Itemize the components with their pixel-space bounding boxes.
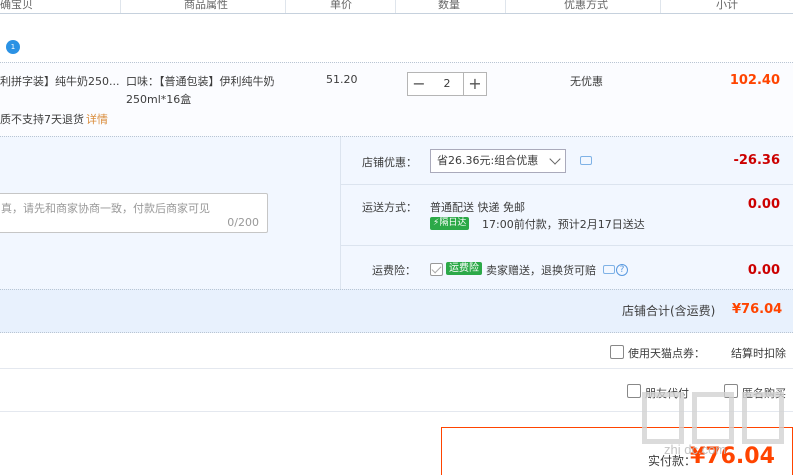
return-policy-note: 质不支持7天退货 详情 <box>0 111 108 127</box>
insurance-amount: 0.00 <box>747 263 780 278</box>
shipping-label: 运送方式： <box>362 201 417 214</box>
memo-placeholder: 真，请先和商家协商一致，付款后商家可见 <box>1 202 210 215</box>
item-unit-price: 51.20 <box>326 73 358 86</box>
col-promo-header: 优惠方式 <box>564 0 608 11</box>
panel-divider <box>340 245 793 246</box>
shipping-eta: 17:00前付款，预计2月17日送达 <box>482 218 645 231</box>
decrease-qty-button[interactable]: − <box>407 72 431 96</box>
return-policy-text: 质不支持7天退货 <box>0 113 84 126</box>
seller-memo-field[interactable]: 真，请先和商家协商一致，付款后商家可见 0/200 <box>0 193 268 233</box>
watermark-glyph <box>692 392 734 444</box>
quantity-stepper: − 2 + <box>407 72 487 96</box>
tmall-points-value: 结算时扣除 <box>731 347 786 360</box>
header-divider <box>285 0 286 13</box>
next-day-badge: ⚡隔日达 <box>430 217 470 230</box>
item-promo: 无优惠 <box>570 75 603 88</box>
item-title[interactable]: 利拼字装】纯牛奶250... <box>0 73 122 89</box>
help-icon[interactable]: ? <box>616 264 628 276</box>
panel-divider <box>340 184 793 185</box>
col-item-header: 确宝贝 <box>0 0 33 11</box>
order-options-panel: 真，请先和商家协商一致，付款后商家可见 0/200 店铺优惠： 省26.36元:… <box>0 136 793 290</box>
item-subtotal: 102.40 <box>729 73 780 88</box>
shop-promo-label: 店铺优惠： <box>362 156 417 169</box>
header-divider <box>395 0 396 13</box>
tmall-points-checkbox[interactable] <box>610 345 624 359</box>
watermark-logo: zhi dc.com <box>642 392 792 457</box>
header-divider <box>505 0 506 13</box>
col-attr-header: 商品属性 <box>184 0 228 11</box>
shipping-method: 普通配送 快递 免邮 <box>430 201 525 214</box>
insurance-label: 运费险： <box>372 264 416 277</box>
message-icon[interactable] <box>580 156 592 165</box>
shop-total-value: ¥76.04 <box>732 302 783 317</box>
watermark-glyph <box>642 392 684 444</box>
shipping-amount: 0.00 <box>747 197 780 212</box>
header-divider <box>660 0 661 13</box>
insurance-badge: 运费险 <box>446 262 482 275</box>
quantity-input[interactable]: 2 <box>430 72 464 96</box>
insurance-text: 卖家赠送，退换货可赔 <box>486 264 596 277</box>
shop-total-label: 店铺合计(含运费) <box>622 304 716 318</box>
chevron-down-icon <box>549 153 561 165</box>
next-day-badge-text: 隔日达 <box>439 218 467 228</box>
header-divider <box>120 0 121 13</box>
shop-promo-selected: 省26.36元:组合优惠 <box>437 154 539 167</box>
item-attributes: 口味：【普通包装】伊利纯牛奶250ml*16盒 <box>126 75 275 106</box>
detail-link[interactable]: 详情 <box>86 113 108 126</box>
cart-item-row: 利拼字装】纯牛奶250... 口味：【普通包装】伊利纯牛奶250ml*16盒 5… <box>0 62 793 136</box>
cart-header: 确宝贝 商品属性 单价 数量 优惠方式 小计 <box>0 0 793 14</box>
watermark-text: zhi dc.com <box>664 442 727 457</box>
friend-pay-checkbox[interactable] <box>627 384 641 398</box>
tmall-points-label: 使用天猫点券： <box>628 347 705 360</box>
memo-char-counter: 0/200 <box>227 216 259 229</box>
row-divider <box>0 368 793 369</box>
shop-badge-icon[interactable]: 1 <box>6 40 20 54</box>
shop-promo-amount: -26.36 <box>733 153 780 168</box>
col-subtotal-header: 小计 <box>716 0 738 11</box>
shop-total-row: 店铺合计(含运费) ¥76.04 <box>0 289 793 333</box>
col-qty-header: 数量 <box>438 0 460 11</box>
panel-divider <box>340 137 341 290</box>
message-icon[interactable] <box>603 265 615 274</box>
increase-qty-button[interactable]: + <box>463 72 487 96</box>
shop-promo-select[interactable]: 省26.36元:组合优惠 <box>430 149 566 173</box>
watermark-glyph <box>742 392 784 444</box>
col-price-header: 单价 <box>330 0 352 11</box>
insurance-checkbox[interactable] <box>430 263 443 276</box>
